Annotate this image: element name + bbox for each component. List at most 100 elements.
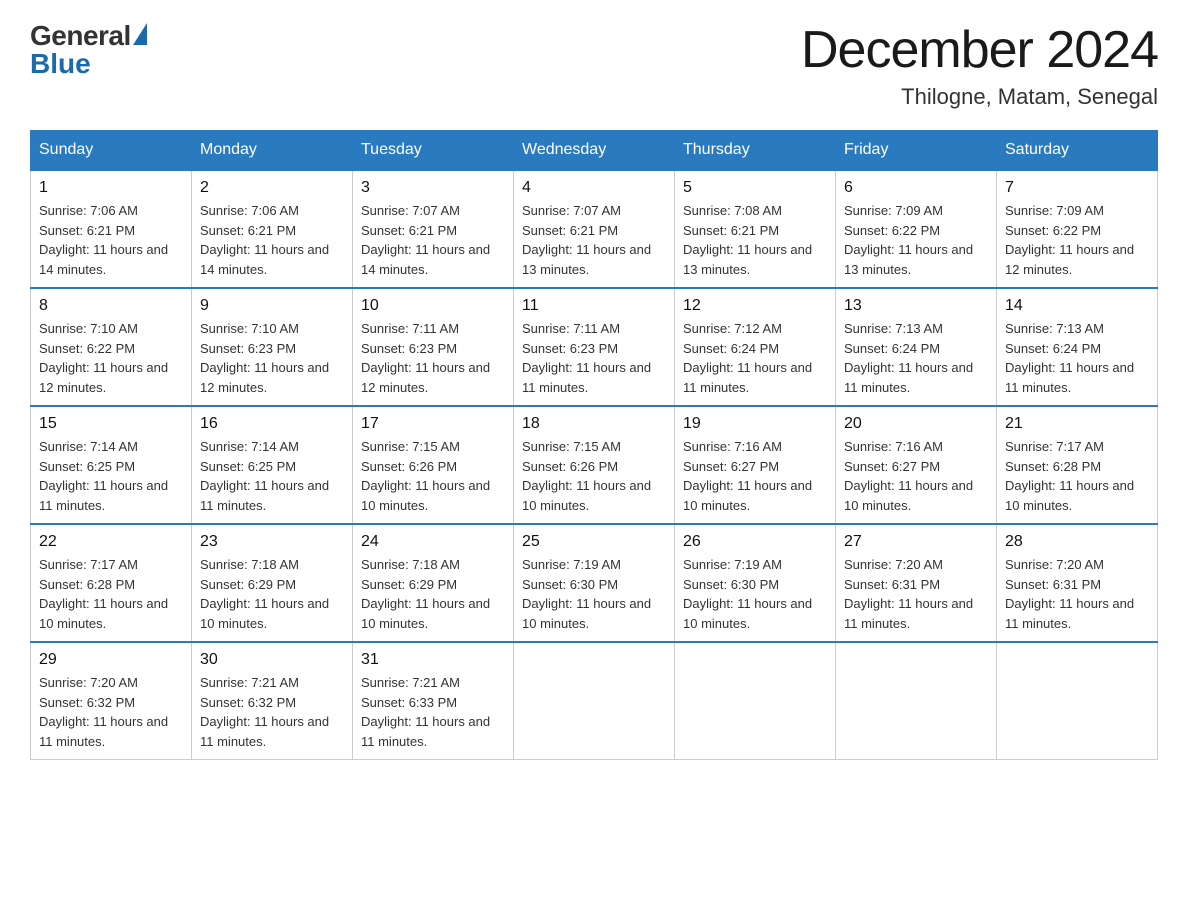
calendar-cell: 11 Sunrise: 7:11 AMSunset: 6:23 PMDaylig… — [514, 288, 675, 406]
week-row-1: 1 Sunrise: 7:06 AMSunset: 6:21 PMDayligh… — [31, 170, 1158, 288]
header-monday: Monday — [192, 131, 353, 171]
header-thursday: Thursday — [675, 131, 836, 171]
calendar-cell: 22 Sunrise: 7:17 AMSunset: 6:28 PMDaylig… — [31, 524, 192, 642]
day-number: 11 — [522, 297, 666, 315]
day-number: 23 — [200, 533, 344, 551]
day-number: 3 — [361, 179, 505, 197]
calendar-cell: 7 Sunrise: 7:09 AMSunset: 6:22 PMDayligh… — [997, 170, 1158, 288]
week-row-3: 15 Sunrise: 7:14 AMSunset: 6:25 PMDaylig… — [31, 406, 1158, 524]
day-number: 7 — [1005, 179, 1149, 197]
calendar-cell: 5 Sunrise: 7:08 AMSunset: 6:21 PMDayligh… — [675, 170, 836, 288]
day-number: 30 — [200, 651, 344, 669]
day-number: 26 — [683, 533, 827, 551]
calendar-cell: 19 Sunrise: 7:16 AMSunset: 6:27 PMDaylig… — [675, 406, 836, 524]
location-title: Thilogne, Matam, Senegal — [801, 84, 1158, 110]
calendar-cell — [836, 642, 997, 760]
calendar-cell: 14 Sunrise: 7:13 AMSunset: 6:24 PMDaylig… — [997, 288, 1158, 406]
logo-triangle-icon — [133, 23, 147, 45]
day-info: Sunrise: 7:20 AMSunset: 6:31 PMDaylight:… — [1005, 555, 1149, 633]
day-info: Sunrise: 7:09 AMSunset: 6:22 PMDaylight:… — [844, 201, 988, 279]
day-info: Sunrise: 7:17 AMSunset: 6:28 PMDaylight:… — [1005, 437, 1149, 515]
day-info: Sunrise: 7:07 AMSunset: 6:21 PMDaylight:… — [522, 201, 666, 279]
day-info: Sunrise: 7:13 AMSunset: 6:24 PMDaylight:… — [1005, 319, 1149, 397]
day-number: 15 — [39, 415, 183, 433]
day-number: 21 — [1005, 415, 1149, 433]
day-info: Sunrise: 7:17 AMSunset: 6:28 PMDaylight:… — [39, 555, 183, 633]
calendar-cell: 13 Sunrise: 7:13 AMSunset: 6:24 PMDaylig… — [836, 288, 997, 406]
day-info: Sunrise: 7:18 AMSunset: 6:29 PMDaylight:… — [200, 555, 344, 633]
calendar-cell: 3 Sunrise: 7:07 AMSunset: 6:21 PMDayligh… — [353, 170, 514, 288]
day-info: Sunrise: 7:11 AMSunset: 6:23 PMDaylight:… — [361, 319, 505, 397]
day-info: Sunrise: 7:12 AMSunset: 6:24 PMDaylight:… — [683, 319, 827, 397]
day-number: 16 — [200, 415, 344, 433]
calendar-cell: 28 Sunrise: 7:20 AMSunset: 6:31 PMDaylig… — [997, 524, 1158, 642]
calendar-cell — [675, 642, 836, 760]
calendar-cell: 27 Sunrise: 7:20 AMSunset: 6:31 PMDaylig… — [836, 524, 997, 642]
calendar-cell: 1 Sunrise: 7:06 AMSunset: 6:21 PMDayligh… — [31, 170, 192, 288]
day-info: Sunrise: 7:07 AMSunset: 6:21 PMDaylight:… — [361, 201, 505, 279]
calendar-cell: 17 Sunrise: 7:15 AMSunset: 6:26 PMDaylig… — [353, 406, 514, 524]
day-info: Sunrise: 7:06 AMSunset: 6:21 PMDaylight:… — [39, 201, 183, 279]
day-number: 1 — [39, 179, 183, 197]
day-number: 9 — [200, 297, 344, 315]
day-info: Sunrise: 7:11 AMSunset: 6:23 PMDaylight:… — [522, 319, 666, 397]
calendar-cell: 29 Sunrise: 7:20 AMSunset: 6:32 PMDaylig… — [31, 642, 192, 760]
calendar-cell: 25 Sunrise: 7:19 AMSunset: 6:30 PMDaylig… — [514, 524, 675, 642]
week-row-4: 22 Sunrise: 7:17 AMSunset: 6:28 PMDaylig… — [31, 524, 1158, 642]
day-number: 25 — [522, 533, 666, 551]
day-info: Sunrise: 7:19 AMSunset: 6:30 PMDaylight:… — [522, 555, 666, 633]
day-info: Sunrise: 7:15 AMSunset: 6:26 PMDaylight:… — [522, 437, 666, 515]
day-number: 14 — [1005, 297, 1149, 315]
calendar-cell: 20 Sunrise: 7:16 AMSunset: 6:27 PMDaylig… — [836, 406, 997, 524]
day-info: Sunrise: 7:15 AMSunset: 6:26 PMDaylight:… — [361, 437, 505, 515]
page-header: General Blue December 2024 Thilogne, Mat… — [30, 20, 1158, 110]
calendar-cell: 16 Sunrise: 7:14 AMSunset: 6:25 PMDaylig… — [192, 406, 353, 524]
day-info: Sunrise: 7:18 AMSunset: 6:29 PMDaylight:… — [361, 555, 505, 633]
day-number: 20 — [844, 415, 988, 433]
header-saturday: Saturday — [997, 131, 1158, 171]
calendar-cell: 26 Sunrise: 7:19 AMSunset: 6:30 PMDaylig… — [675, 524, 836, 642]
calendar-cell: 2 Sunrise: 7:06 AMSunset: 6:21 PMDayligh… — [192, 170, 353, 288]
day-number: 24 — [361, 533, 505, 551]
week-row-5: 29 Sunrise: 7:20 AMSunset: 6:32 PMDaylig… — [31, 642, 1158, 760]
calendar-cell: 21 Sunrise: 7:17 AMSunset: 6:28 PMDaylig… — [997, 406, 1158, 524]
day-info: Sunrise: 7:19 AMSunset: 6:30 PMDaylight:… — [683, 555, 827, 633]
calendar-table: SundayMondayTuesdayWednesdayThursdayFrid… — [30, 130, 1158, 760]
header-tuesday: Tuesday — [353, 131, 514, 171]
day-info: Sunrise: 7:14 AMSunset: 6:25 PMDaylight:… — [39, 437, 183, 515]
day-number: 10 — [361, 297, 505, 315]
month-title: December 2024 — [801, 20, 1158, 80]
calendar-cell: 15 Sunrise: 7:14 AMSunset: 6:25 PMDaylig… — [31, 406, 192, 524]
day-number: 12 — [683, 297, 827, 315]
calendar-cell: 9 Sunrise: 7:10 AMSunset: 6:23 PMDayligh… — [192, 288, 353, 406]
day-info: Sunrise: 7:10 AMSunset: 6:23 PMDaylight:… — [200, 319, 344, 397]
day-number: 6 — [844, 179, 988, 197]
day-info: Sunrise: 7:20 AMSunset: 6:32 PMDaylight:… — [39, 673, 183, 751]
calendar-cell: 8 Sunrise: 7:10 AMSunset: 6:22 PMDayligh… — [31, 288, 192, 406]
day-number: 19 — [683, 415, 827, 433]
calendar-cell: 30 Sunrise: 7:21 AMSunset: 6:32 PMDaylig… — [192, 642, 353, 760]
calendar-cell — [997, 642, 1158, 760]
day-info: Sunrise: 7:09 AMSunset: 6:22 PMDaylight:… — [1005, 201, 1149, 279]
week-row-2: 8 Sunrise: 7:10 AMSunset: 6:22 PMDayligh… — [31, 288, 1158, 406]
day-number: 17 — [361, 415, 505, 433]
calendar-cell: 31 Sunrise: 7:21 AMSunset: 6:33 PMDaylig… — [353, 642, 514, 760]
day-number: 8 — [39, 297, 183, 315]
title-section: December 2024 Thilogne, Matam, Senegal — [801, 20, 1158, 110]
day-number: 5 — [683, 179, 827, 197]
calendar-cell: 24 Sunrise: 7:18 AMSunset: 6:29 PMDaylig… — [353, 524, 514, 642]
header-wednesday: Wednesday — [514, 131, 675, 171]
calendar-header-row: SundayMondayTuesdayWednesdayThursdayFrid… — [31, 131, 1158, 171]
calendar-cell: 18 Sunrise: 7:15 AMSunset: 6:26 PMDaylig… — [514, 406, 675, 524]
header-friday: Friday — [836, 131, 997, 171]
day-info: Sunrise: 7:21 AMSunset: 6:32 PMDaylight:… — [200, 673, 344, 751]
calendar-cell: 4 Sunrise: 7:07 AMSunset: 6:21 PMDayligh… — [514, 170, 675, 288]
day-number: 13 — [844, 297, 988, 315]
day-number: 22 — [39, 533, 183, 551]
calendar-cell: 6 Sunrise: 7:09 AMSunset: 6:22 PMDayligh… — [836, 170, 997, 288]
calendar-cell: 12 Sunrise: 7:12 AMSunset: 6:24 PMDaylig… — [675, 288, 836, 406]
day-number: 18 — [522, 415, 666, 433]
day-info: Sunrise: 7:16 AMSunset: 6:27 PMDaylight:… — [683, 437, 827, 515]
day-number: 31 — [361, 651, 505, 669]
calendar-cell: 10 Sunrise: 7:11 AMSunset: 6:23 PMDaylig… — [353, 288, 514, 406]
